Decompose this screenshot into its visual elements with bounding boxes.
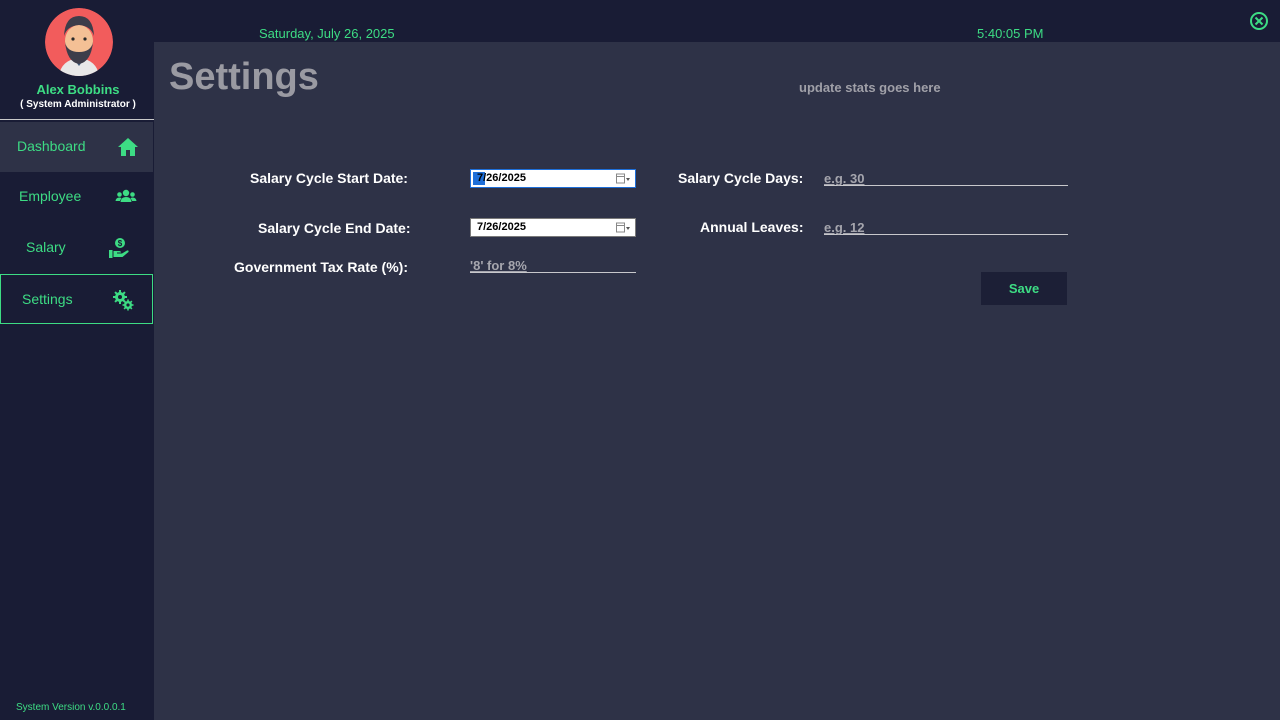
calendar-dropdown-icon[interactable] xyxy=(616,173,631,185)
calendar-dropdown-icon[interactable] xyxy=(616,222,631,234)
end-date-picker[interactable]: 7/26/2025 xyxy=(470,218,636,237)
cycle-days-label: Salary Cycle Days: xyxy=(678,170,804,186)
gears-icon xyxy=(113,290,134,311)
start-date-picker[interactable]: 7/26/2025 xyxy=(470,169,636,188)
annual-leaves-label: Annual Leaves: xyxy=(700,219,804,235)
sidebar-item-settings[interactable]: Settings xyxy=(0,274,153,324)
save-button[interactable]: Save xyxy=(981,272,1067,305)
sidebar-item-salary[interactable]: Salary $ xyxy=(0,223,153,273)
sidebar: Alex Bobbins ( System Administrator ) Da… xyxy=(0,0,154,720)
sidebar-item-employee[interactable]: Employee xyxy=(0,172,153,222)
sidebar-item-dashboard[interactable]: Dashboard xyxy=(0,122,153,172)
salary-hand-icon: $ xyxy=(109,238,129,258)
end-date-value: 7/26/2025 xyxy=(477,221,526,233)
top-bar xyxy=(0,0,1280,42)
start-date-label: Salary Cycle Start Date: xyxy=(250,170,408,186)
current-date: Saturday, July 26, 2025 xyxy=(259,26,395,41)
sidebar-item-label: Dashboard xyxy=(17,138,86,154)
start-date-value: 7/26/2025 xyxy=(477,172,526,184)
user-name: Alex Bobbins xyxy=(36,82,120,97)
users-icon xyxy=(115,189,137,202)
system-version: System Version v.0.0.0.1 xyxy=(16,702,126,713)
sidebar-divider xyxy=(0,119,154,120)
close-icon[interactable] xyxy=(1249,11,1269,31)
page-title: Settings xyxy=(169,56,319,98)
sidebar-item-label: Settings xyxy=(22,291,73,307)
avatar xyxy=(45,8,113,76)
sidebar-item-label: Salary xyxy=(26,239,66,255)
user-role: ( System Administrator ) xyxy=(20,99,136,110)
annual-leaves-input[interactable]: e.g. 12 xyxy=(824,220,1068,235)
current-time: 5:40:05 PM xyxy=(977,26,1044,41)
sidebar-item-label: Employee xyxy=(19,188,82,204)
cycle-days-input[interactable]: e.g. 30 xyxy=(824,171,1068,186)
tax-rate-input[interactable]: '8' for 8% xyxy=(470,258,636,273)
svg-text:$: $ xyxy=(118,239,123,248)
home-icon xyxy=(118,138,138,156)
tax-rate-label: Government Tax Rate (%): xyxy=(234,259,408,275)
end-date-label: Salary Cycle End Date: xyxy=(258,220,411,236)
update-stats-text: update stats goes here xyxy=(799,80,941,95)
